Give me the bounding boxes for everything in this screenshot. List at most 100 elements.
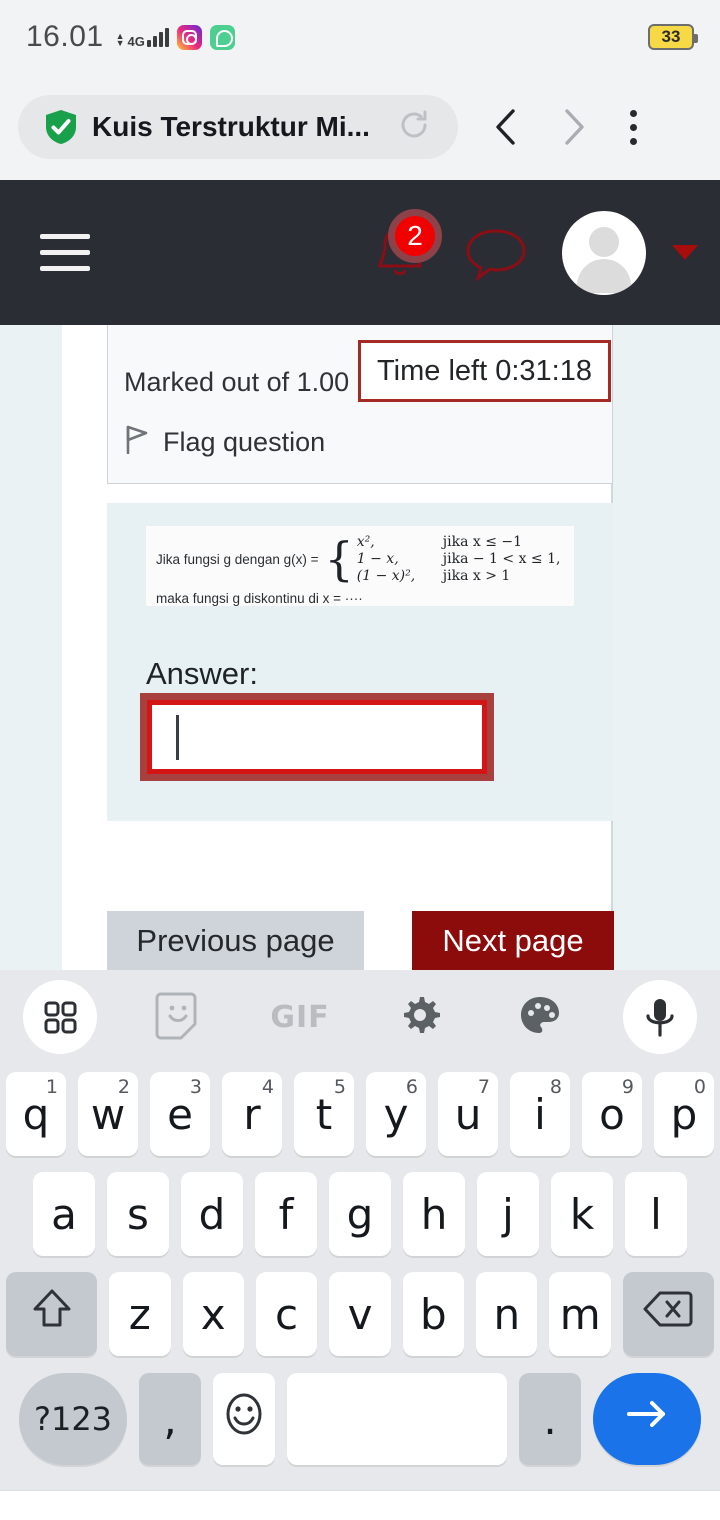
site-navbar-right: 2 (364, 208, 720, 295)
key-u-number: 7 (477, 1076, 490, 1098)
user-avatar-icon[interactable] (562, 210, 646, 295)
case-2-condition: jika − 1 < x ≤ 1, (442, 551, 561, 567)
whatsapp-icon (209, 24, 235, 50)
shift-icon (29, 1285, 75, 1343)
key-a[interactable]: a (33, 1172, 95, 1256)
key-l[interactable]: l (625, 1172, 687, 1256)
key-o[interactable]: 9o (582, 1072, 642, 1156)
chevron-left-icon[interactable] (480, 100, 534, 154)
key-b[interactable]: b (402, 1272, 465, 1356)
notifications-button[interactable]: 2 (364, 208, 442, 289)
browser-nav-arrows (480, 100, 600, 154)
overflow-menu-icon[interactable] (606, 100, 660, 154)
answer-input[interactable] (147, 700, 487, 774)
messages-button[interactable] (460, 217, 532, 289)
enter-key[interactable] (593, 1373, 701, 1465)
emoji-key[interactable] (213, 1373, 275, 1465)
shift-key[interactable] (6, 1272, 98, 1356)
key-r-number: 4 (261, 1076, 274, 1098)
key-m[interactable]: m (549, 1272, 611, 1356)
signal-bars-icon: ▲ ▼ 4G (116, 27, 169, 48)
microphone-icon (623, 980, 697, 1054)
battery-icon: 33 (648, 24, 698, 50)
keyboard-tool-gif[interactable]: GIF (240, 1000, 360, 1035)
grid-apps-icon (23, 980, 97, 1054)
key-r-label: r (243, 1089, 261, 1139)
piecewise-cases: x², jika x ≤ −1 1 − x, jika − 1 < x ≤ 1,… (357, 534, 561, 584)
text-cursor (176, 714, 179, 760)
key-i[interactable]: 8i (510, 1072, 570, 1156)
caret-down-icon[interactable] (672, 245, 698, 260)
key-u[interactable]: 7u (438, 1072, 498, 1156)
key-y-label: y (383, 1089, 409, 1139)
key-k[interactable]: k (551, 1172, 613, 1256)
keyboard-tool-sticker[interactable] (120, 988, 240, 1047)
hamburger-menu-icon[interactable] (40, 234, 90, 271)
phone-screen: 16.01 ▲ ▼ 4G 33 Kuis Terstruktur Mi... 2… (0, 0, 720, 1520)
address-bar[interactable]: Kuis Terstruktur Mi... (18, 95, 458, 159)
piecewise-brace: { (324, 532, 354, 586)
key-r[interactable]: 4r (222, 1072, 282, 1156)
key-q[interactable]: 1q (6, 1072, 66, 1156)
question-lead-text: Jika fungsi g dengan g(x) = (156, 551, 319, 567)
case-1-expression: x², (356, 534, 375, 550)
key-c[interactable]: c (255, 1272, 318, 1356)
site-navbar: 2 (0, 180, 720, 325)
key-y[interactable]: 6y (366, 1072, 426, 1156)
key-w-number: 2 (117, 1076, 130, 1098)
keyboard-tool-settings[interactable] (360, 991, 480, 1044)
key-p-number: 0 (693, 1076, 706, 1098)
status-bar-left: 16.01 ▲ ▼ 4G (26, 20, 235, 54)
instagram-icon (176, 24, 202, 50)
system-navigation-bar (0, 1490, 720, 1520)
flag-icon (124, 424, 150, 461)
key-x[interactable]: x (182, 1272, 244, 1356)
flag-question-label: Flag question (163, 427, 326, 457)
key-e[interactable]: 3e (150, 1072, 210, 1156)
key-d[interactable]: d (181, 1172, 243, 1256)
comma-key[interactable]: , (139, 1373, 201, 1465)
key-z[interactable]: z (109, 1272, 171, 1356)
keyboard-tool-apps[interactable] (0, 980, 120, 1054)
key-s[interactable]: s (107, 1172, 169, 1256)
symbols-key[interactable]: ?123 (19, 1373, 127, 1465)
page-title: Kuis Terstruktur Mi... (92, 111, 370, 142)
notification-badge: 2 (388, 208, 442, 263)
keyboard-tool-theme[interactable] (480, 991, 600, 1044)
period-key[interactable]: . (519, 1373, 581, 1465)
keyboard-row-3: z x c v b n m (0, 1264, 720, 1364)
chevron-right-icon[interactable] (546, 100, 600, 154)
sticker-icon (155, 988, 205, 1047)
palette-icon (516, 991, 564, 1044)
key-h[interactable]: h (403, 1172, 465, 1256)
keyboard-row-4: ?123 , . (0, 1364, 720, 1474)
space-key[interactable] (287, 1373, 507, 1465)
key-p[interactable]: 0p (654, 1072, 714, 1156)
case-1-condition: jika x ≤ −1 (442, 534, 523, 550)
key-o-number: 9 (621, 1076, 634, 1098)
reload-icon[interactable] (394, 105, 434, 150)
status-time: 16.01 (26, 20, 104, 53)
next-page-button[interactable]: Next page (412, 911, 614, 970)
keyboard-row-2: a s d f g h j k l (0, 1164, 720, 1264)
key-n[interactable]: n (476, 1272, 538, 1356)
key-g[interactable]: g (329, 1172, 391, 1256)
time-left-label: Time left 0:31:18 (377, 354, 592, 387)
emoji-icon (221, 1389, 267, 1449)
answer-label: Answer: (146, 656, 258, 691)
key-j[interactable]: j (477, 1172, 539, 1256)
previous-page-button[interactable]: Previous page (107, 911, 364, 970)
browser-toolbar: Kuis Terstruktur Mi... (0, 74, 720, 180)
key-t-label: t (315, 1089, 333, 1139)
case-3-condition: jika x > 1 (442, 568, 511, 584)
battery-level: 33 (661, 27, 681, 46)
key-t[interactable]: 5t (294, 1072, 354, 1156)
flag-question-button[interactable]: Flag question (108, 424, 612, 461)
key-f[interactable]: f (255, 1172, 317, 1256)
keyboard-tool-voice[interactable] (600, 980, 720, 1054)
keyboard-toolbar: GIF (0, 970, 720, 1064)
key-w[interactable]: 2w (78, 1072, 138, 1156)
question-answer-card: Jika fungsi g dengan g(x) = { x², jika x… (107, 503, 613, 821)
backspace-key[interactable] (622, 1272, 714, 1356)
key-v[interactable]: v (329, 1272, 391, 1356)
